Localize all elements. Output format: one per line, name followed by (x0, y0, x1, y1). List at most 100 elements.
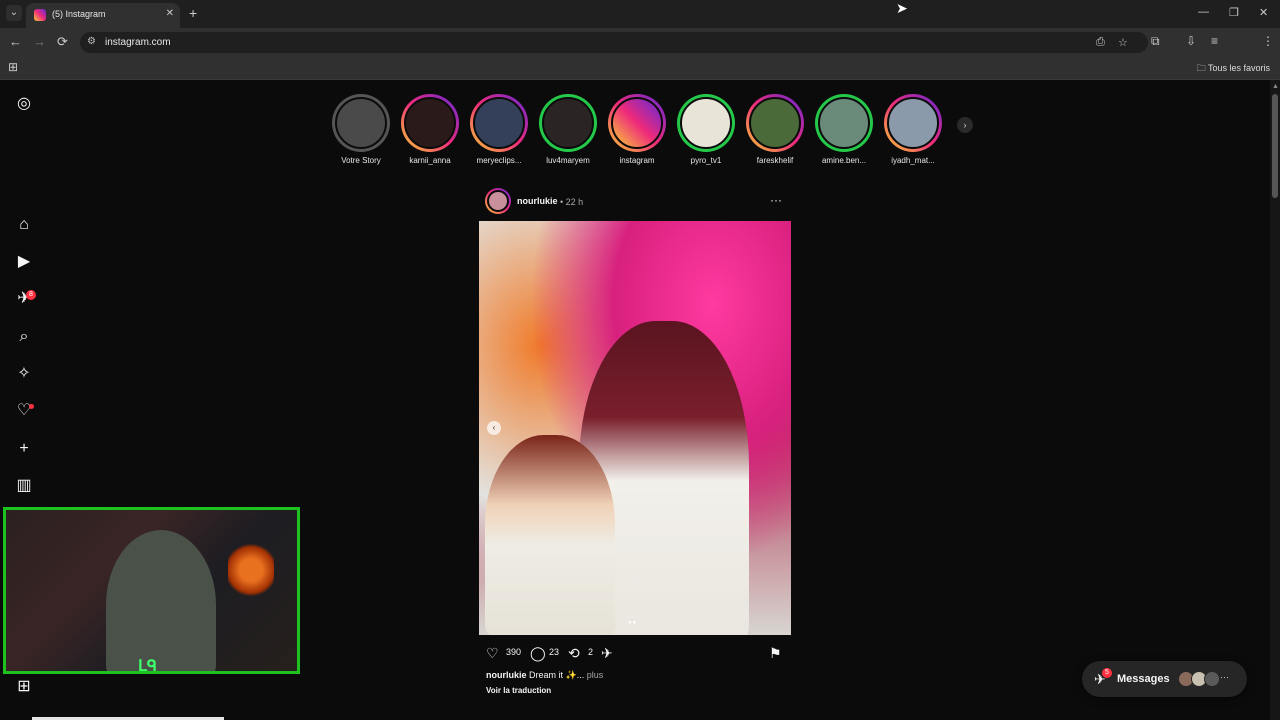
reload-button[interactable]: ⟳ (57, 34, 68, 50)
restore-button[interactable]: ❐ (1229, 6, 1239, 19)
avatar (749, 97, 801, 149)
story-username: pyro_tv1 (690, 156, 722, 165)
scroll-thumb[interactable] (1272, 94, 1278, 198)
downloads-icon[interactable]: ⇩ (1186, 34, 1196, 48)
forward-button[interactable]: → (33, 34, 46, 49)
browser-tab-instagram[interactable]: (5) Instagram ✕ (26, 3, 180, 28)
caption-more-link[interactable]: plus (587, 670, 604, 680)
see-translation-link[interactable]: Voir la traduction (486, 686, 551, 695)
browser-tab-bar: ⌄ (5) Instagram ✕ + — ❐ ✕ (0, 0, 1280, 28)
post-image[interactable] (479, 221, 791, 635)
comment-count: 23 (549, 647, 560, 657)
notifications-dot (29, 404, 34, 409)
post-author-avatar[interactable] (485, 188, 511, 214)
story-ring (746, 94, 804, 152)
explore-icon[interactable]: ✧ (15, 365, 33, 383)
folder-icon: 🗀 (1196, 63, 1206, 73)
streamer-figure (106, 530, 216, 671)
avatar (1204, 671, 1220, 687)
repost-icon[interactable]: ⟲ (568, 645, 580, 661)
stories-next-chevron-icon[interactable]: › (957, 117, 973, 133)
avatar (818, 97, 870, 149)
dashboard-icon[interactable]: ▥ (15, 477, 33, 495)
save-bookmark-icon[interactable]: ⚑ (769, 645, 782, 661)
stream-logo: ᒪᑫ (138, 658, 157, 674)
instagram-logo-icon (611, 97, 663, 149)
comment-icon[interactable]: ◯ (530, 645, 546, 661)
post-username[interactable]: nourlukie (517, 196, 558, 206)
avatar (487, 190, 509, 212)
story-item[interactable]: luv4maryem (536, 94, 600, 165)
story-item[interactable]: fareskhelif (743, 94, 807, 165)
avatar (680, 97, 732, 149)
tab-search-button[interactable]: ⌄ (6, 5, 22, 21)
more-grid-icon[interactable]: ⊞ (15, 678, 33, 696)
tab-close-icon[interactable]: ✕ (166, 8, 174, 19)
story-ring (884, 94, 942, 152)
story-item[interactable]: meryeclips... (467, 94, 531, 165)
messages-badge: 8 (26, 290, 36, 300)
search-icon[interactable]: ⌕ (15, 328, 33, 346)
photo-cartoon (485, 435, 615, 635)
messages-button[interactable]: ✈ 5 Messages ··· (1082, 661, 1247, 697)
story-ring (332, 94, 390, 152)
story-item[interactable]: amine.ben... (812, 94, 876, 165)
avatar (542, 97, 594, 149)
create-plus-icon[interactable]: + (15, 440, 33, 458)
share-icon[interactable]: ✈ (601, 645, 613, 661)
story-username: meryeclips... (476, 156, 522, 165)
story-username: amine.ben... (821, 156, 867, 165)
avatar (404, 97, 456, 149)
mouse-cursor-icon: ➤ (896, 0, 908, 16)
extensions-icon[interactable]: ⧉ (1151, 34, 1160, 49)
avatar (887, 97, 939, 149)
address-bar[interactable]: ⚙ instagram.com ⎙ ☆ (80, 32, 1148, 53)
story-item[interactable]: pyro_tv1 (674, 94, 738, 165)
new-tab-button[interactable]: + (189, 5, 197, 21)
story-ring (539, 94, 597, 152)
reels-icon[interactable]: ▶ (15, 253, 33, 271)
apps-grid-icon[interactable]: ⊞ (8, 60, 18, 74)
instagram-icon[interactable]: ◎ (15, 95, 33, 113)
message-avatars: ··· (1178, 671, 1232, 687)
story-item[interactable]: Votre Story (329, 94, 393, 165)
install-app-icon[interactable]: ⎙ (1096, 36, 1105, 49)
hexagon-lights (228, 540, 274, 600)
post-options-icon[interactable]: ··· (770, 193, 782, 207)
avatar (335, 97, 387, 149)
scroll-up-arrow[interactable]: ▲ (1272, 83, 1279, 90)
story-username: luv4maryem (546, 156, 590, 165)
webcam-overlay: ᒪᑫ (3, 507, 300, 674)
page-scrollbar[interactable]: ▲ (1270, 80, 1280, 720)
site-info-icon[interactable]: ⚙ (87, 36, 96, 47)
story-username: Votre Story (341, 156, 381, 165)
browser-toolbar: ← → ⟳ ⚙ instagram.com ⎙ ☆ ⧉ ⇩ ≡ ⋮ (0, 28, 1280, 76)
story-item[interactable]: karnii_anna (398, 94, 462, 165)
story-item[interactable]: instagram (605, 94, 669, 165)
messages-pill-badge: 5 (1102, 668, 1112, 678)
caption-username[interactable]: nourlukie (486, 670, 527, 680)
carousel-prev-icon[interactable]: ‹ (487, 421, 501, 435)
instagram-favicon-icon (34, 9, 46, 21)
back-button[interactable]: ← (9, 34, 22, 49)
tab-title: (5) Instagram (52, 9, 106, 19)
more-dots-icon: ··· (1220, 672, 1229, 682)
story-username: fareskhelif (756, 156, 794, 165)
close-window-button[interactable]: ✕ (1259, 6, 1268, 19)
messages-label: Messages (1117, 673, 1170, 685)
story-username: karnii_anna (409, 156, 451, 165)
avatar (473, 97, 525, 149)
like-heart-icon[interactable]: ♡ (486, 645, 499, 661)
bookmark-star-icon[interactable]: ☆ (1118, 36, 1128, 49)
story-item[interactable]: iyadh_mat... (881, 94, 945, 165)
carousel-dots: ●● (628, 620, 638, 626)
story-ring (608, 94, 666, 152)
all-bookmarks-folder[interactable]: 🗀 Tous les favoris (1197, 61, 1270, 77)
browser-menu-icon[interactable]: ⋮ (1262, 34, 1274, 48)
caption-text: Dream it ✨... (529, 670, 585, 680)
post-caption: nourlukie Dream it ✨... plus (486, 670, 603, 681)
url-text[interactable]: instagram.com (105, 37, 171, 48)
home-icon[interactable]: ⌂ (15, 216, 33, 234)
minimize-button[interactable]: — (1198, 6, 1209, 18)
media-control-icon[interactable]: ≡ (1211, 34, 1218, 48)
